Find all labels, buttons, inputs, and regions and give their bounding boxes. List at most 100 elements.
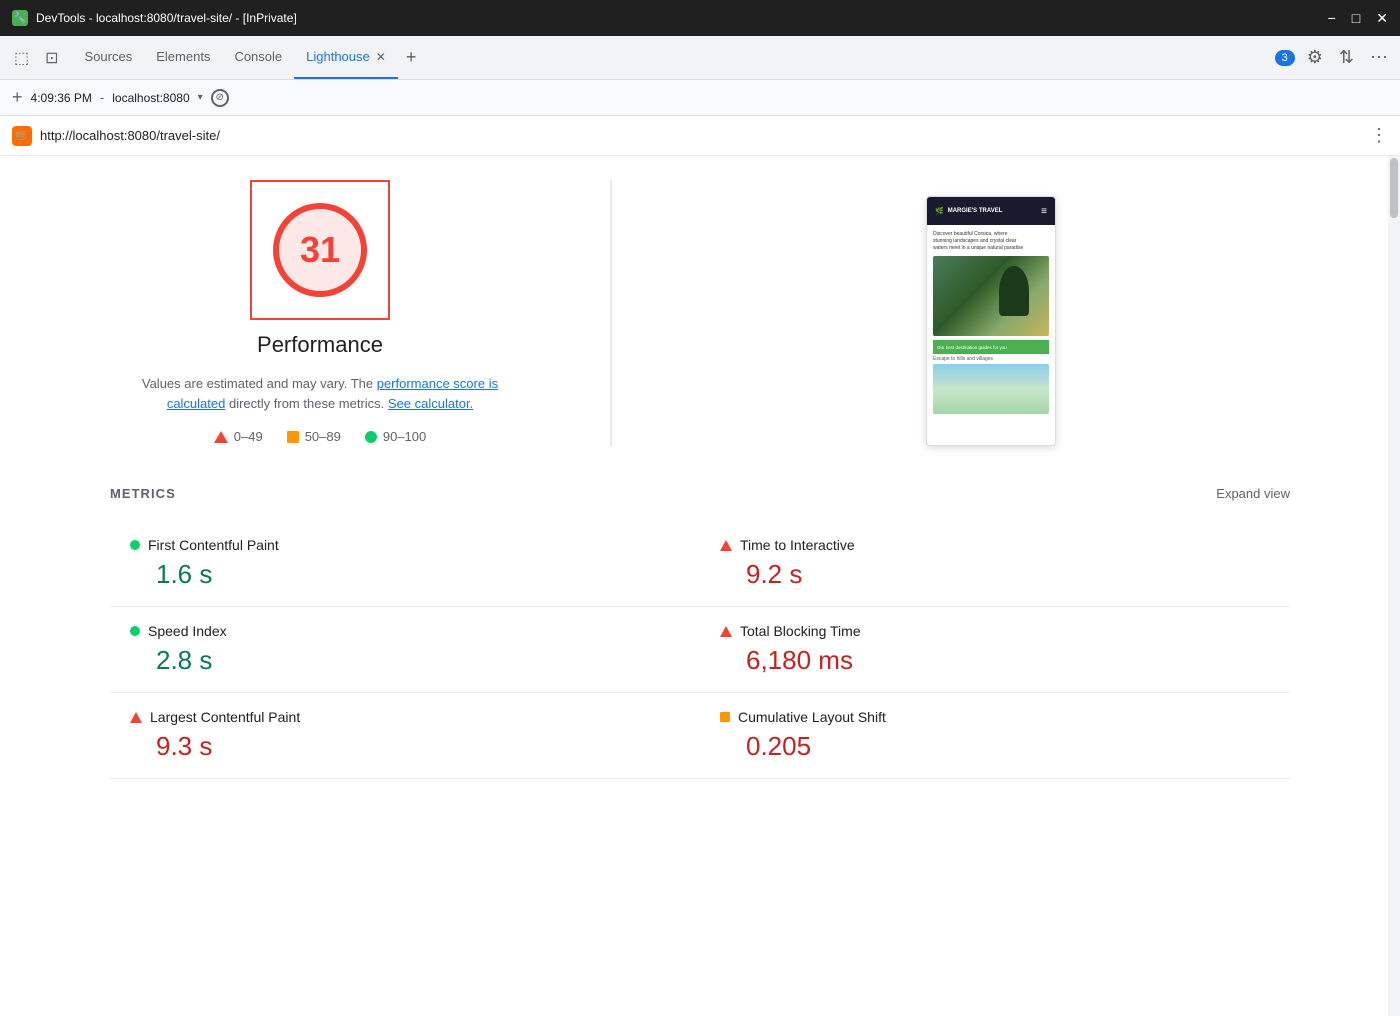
expand-view-button[interactable]: Expand view [1216,486,1290,501]
notification-badge[interactable]: 3 [1275,50,1295,66]
tab-bar-icons: ⬚ ⊡ [8,36,65,79]
more-menu-icon[interactable]: ⋯ [1366,43,1392,72]
inspect-icon[interactable]: ⊡ [39,42,64,74]
metric-si-status-icon [130,626,140,636]
score-gauge: 31 [265,195,375,305]
address-add-icon[interactable]: + [12,87,23,108]
metric-tti-header: Time to Interactive [720,537,1270,553]
score-label: Performance [257,332,383,358]
preview-header: 🌿 MARGIE'S TRAVEL ≡ [927,197,1055,225]
score-legend: 0–49 50–89 90–100 [214,429,426,444]
legend-fail-icon [214,431,228,443]
legend-pass-range: 90–100 [383,429,426,444]
address-bar: + 4:09:36 PM - localhost:8080 ▾ ⊘ [0,80,1400,116]
preview-headline-2: stunning landscapes and crystal clear [933,238,1016,244]
metric-lcp: Largest Contentful Paint 9.3 s [110,693,700,779]
preview-menu-icon: ≡ [1041,206,1047,217]
metric-fcp-status-icon [130,540,140,550]
metric-fcp-header: First Contentful Paint [130,537,680,553]
metric-si-header: Speed Index [130,623,680,639]
address-time: 4:09:36 PM [31,91,92,105]
address-dropdown-icon[interactable]: ▾ [198,92,203,103]
devtools-tab-bar: ⬚ ⊡ Sources Elements Console Lighthouse … [0,36,1400,80]
title-bar-text: DevTools - localhost:8080/travel-site/ -… [36,11,297,25]
metric-tbt-value: 6,180 ms [720,645,1270,676]
metric-lcp-name: Largest Contentful Paint [150,709,300,725]
metric-lcp-header: Largest Contentful Paint [130,709,680,725]
page-favicon: 🛒 [12,126,32,146]
metric-si-value: 2.8 s [130,645,680,676]
tab-console[interactable]: Console [222,36,294,79]
scrollbar-thumb[interactable] [1390,158,1398,218]
url-more-icon[interactable]: ⋮ [1370,125,1388,146]
metric-tbt-name: Total Blocking Time [740,623,861,639]
tab-sources[interactable]: Sources [73,36,145,79]
preview-logo: 🌿 [935,207,944,215]
legend-pass: 90–100 [365,429,426,444]
tab-lighthouse-close[interactable]: ✕ [376,50,386,64]
tab-console-label: Console [234,49,282,64]
title-bar-left: 🔧 DevTools - localhost:8080/travel-site/… [12,10,297,26]
metric-tbt-header: Total Blocking Time [720,623,1270,639]
score-description: Values are estimated and may vary. The p… [130,374,510,413]
metrics-section: METRICS Expand view First Contentful Pai… [110,486,1290,779]
score-gauge-container: 31 [250,180,390,320]
legend-fail: 0–49 [214,429,263,444]
score-left: 31 Performance Values are estimated and … [110,180,530,444]
preview-sub-text: Escape to hills and villages [933,356,1049,362]
legend-average-range: 50–89 [305,429,341,444]
title-bar-controls: − □ ✕ [1328,10,1388,27]
metric-tti-status-icon [720,540,732,551]
metric-tbt-status-icon [720,626,732,637]
preview-green-band: Our best destination guides for you [933,340,1049,354]
metric-cls-status-icon [720,712,730,722]
tab-lighthouse[interactable]: Lighthouse ✕ [294,36,398,79]
address-host: localhost:8080 [112,91,189,105]
metric-tbt: Total Blocking Time 6,180 ms [700,607,1290,693]
minimize-button[interactable]: − [1328,10,1336,27]
tab-sources-label: Sources [85,49,133,64]
tab-elements-label: Elements [156,49,210,64]
preview-headline-3: waters meet in a unique natural paradise [933,245,1023,251]
tab-lighthouse-label: Lighthouse [306,49,370,64]
metrics-grid: First Contentful Paint 1.6 s Time to Int… [110,521,1290,779]
metric-cls-header: Cumulative Layout Shift [720,709,1270,725]
score-number: 31 [300,229,340,271]
devtools-icon: 🔧 [12,10,28,26]
metric-fcp: First Contentful Paint 1.6 s [110,521,700,607]
metric-lcp-value: 9.3 s [130,731,680,762]
site-preview: 🌿 MARGIE'S TRAVEL ≡ Discover beautiful C… [926,196,1056,446]
title-bar: 🔧 DevTools - localhost:8080/travel-site/… [0,0,1400,36]
metric-fcp-value: 1.6 s [130,559,680,590]
close-button[interactable]: ✕ [1376,10,1388,27]
score-right: 🌿 MARGIE'S TRAVEL ≡ Discover beautiful C… [692,180,1290,446]
dock-icon[interactable]: ⬚ [8,42,35,74]
restore-button[interactable]: □ [1352,10,1360,27]
add-tab-button[interactable]: + [398,36,425,79]
lighthouse-report: 31 Performance Values are estimated and … [0,156,1400,1016]
section-divider [610,180,612,446]
address-stop-icon[interactable]: ⊘ [211,89,229,107]
metric-tti: Time to Interactive 9.2 s [700,521,1290,607]
preview-body: Discover beautiful Corsica, where stunni… [927,225,1055,420]
legend-average-icon [287,431,299,443]
score-section: 31 Performance Values are estimated and … [110,180,1290,446]
metric-si-name: Speed Index [148,623,227,639]
metric-cls-value: 0.205 [720,731,1270,762]
legend-average: 50–89 [287,429,341,444]
url-text[interactable]: http://localhost:8080/travel-site/ [40,128,1362,143]
settings-icon[interactable]: ⚙ [1303,43,1327,72]
tab-elements[interactable]: Elements [144,36,222,79]
metric-cls-name: Cumulative Layout Shift [738,709,886,725]
preview-site-title: MARGIE'S TRAVEL [948,208,1003,214]
devtools-tabs: Sources Elements Console Lighthouse ✕ + [73,36,1275,79]
calculator-link[interactable]: See calculator. [388,396,473,411]
metrics-header: METRICS Expand view [110,486,1290,501]
metrics-title: METRICS [110,486,176,501]
preview-headline-1: Discover beautiful Corsica, where [933,231,1007,237]
sync-icon[interactable]: ⇅ [1335,43,1358,72]
preview-sky-image [933,364,1049,414]
scrollbar[interactable] [1388,156,1400,1016]
report-container: 31 Performance Values are estimated and … [70,156,1330,803]
preview-green-text: Our best destination guides for you [937,345,1007,350]
